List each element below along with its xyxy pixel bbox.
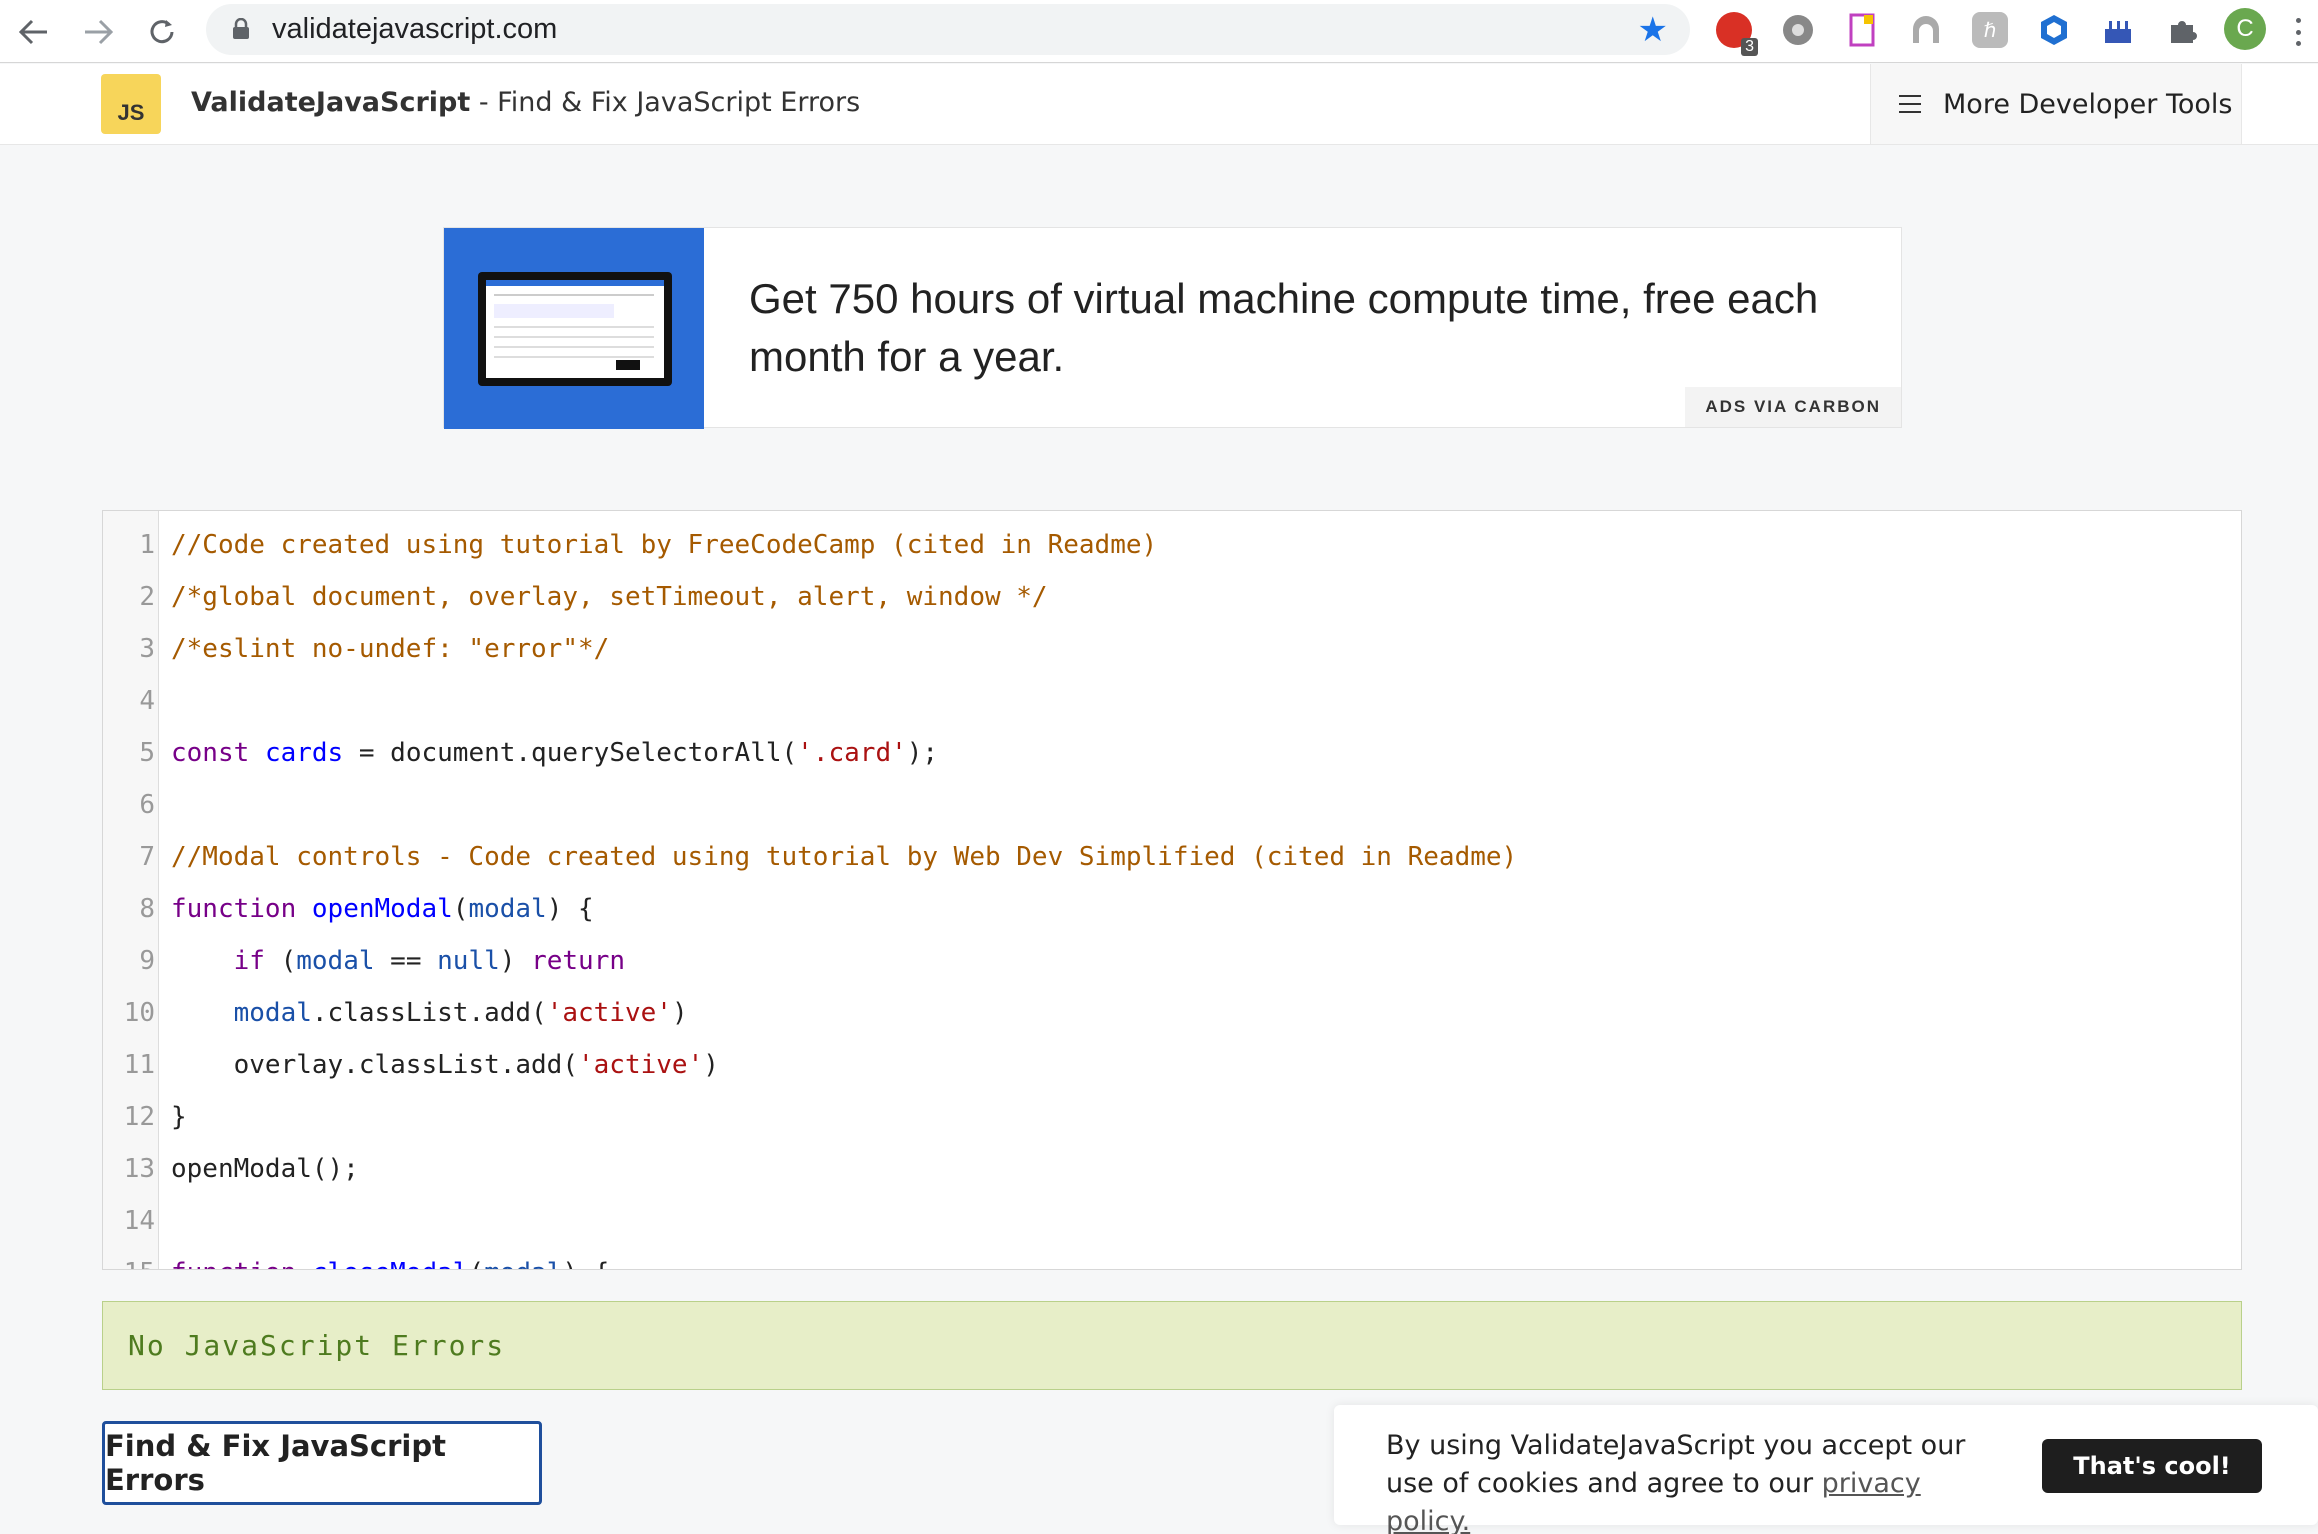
code-line[interactable]: 14 <box>103 1195 2241 1247</box>
site-header: JS ValidateJavaScript - Find & Fix JavaS… <box>0 64 2318 145</box>
line-number: 5 <box>139 738 155 768</box>
brand-name: ValidateJavaScript <box>191 87 471 118</box>
extension-stop-icon[interactable]: 3 <box>1716 12 1758 56</box>
extension-cake-icon[interactable] <box>2100 12 2136 48</box>
forward-arrow-icon[interactable] <box>76 10 120 54</box>
line-number: 12 <box>123 1102 155 1132</box>
reload-icon[interactable] <box>140 10 184 54</box>
code-line[interactable]: 4 <box>103 675 2241 727</box>
line-number: 1 <box>139 530 155 560</box>
site-logo[interactable]: JS <box>101 74 161 134</box>
code-text: /*global document, overlay, setTimeout, … <box>171 582 1048 612</box>
profile-avatar[interactable]: C <box>2224 8 2266 50</box>
cookie-text: By using ValidateJavaScript you accept o… <box>1386 1427 2006 1534</box>
validation-result: No JavaScript Errors <box>102 1301 2242 1390</box>
bookmark-star-icon[interactable]: ★ <box>1638 10 1668 50</box>
code-text: openModal(); <box>171 1154 359 1184</box>
code-text: } <box>171 1102 187 1132</box>
extension-colorful-doc-icon[interactable] <box>1844 12 1880 48</box>
extension-badge: 3 <box>1741 38 1758 56</box>
line-number: 11 <box>123 1050 155 1080</box>
extension-record-icon[interactable] <box>1780 12 1816 48</box>
line-number: 4 <box>139 686 155 716</box>
find-fix-errors-button[interactable]: Find & Fix JavaScript Errors <box>102 1421 542 1505</box>
code-line[interactable]: 12} <box>103 1091 2241 1143</box>
extension-hex-icon[interactable] <box>2036 12 2072 48</box>
ads-via-carbon-link[interactable]: ADS VIA CARBON <box>1685 387 1901 427</box>
code-text: //Modal controls - Code created using tu… <box>171 842 1518 872</box>
line-number: 10 <box>123 998 155 1028</box>
code-editor[interactable]: 1 //Code created using tutorial by FreeCo… <box>102 510 2242 1270</box>
brand-tagline: - Find & Fix JavaScript Errors <box>470 87 861 118</box>
code-line[interactable]: 13 openModal(); <box>103 1143 2241 1195</box>
code-text: /*eslint no-undef: "error"*/ <box>171 634 610 664</box>
address-bar[interactable]: validatejavascript.com ★ <box>206 4 1690 55</box>
code-line[interactable]: 3 /*eslint no-undef: "error"*/ <box>103 623 2241 675</box>
site-title[interactable]: ValidateJavaScript - Find & Fix JavaScri… <box>191 87 860 118</box>
browser-menu-icon[interactable] <box>2296 18 2302 46</box>
laptop-screenshot-image <box>478 272 672 386</box>
browser-toolbar: validatejavascript.com ★ 3 ℏ C <box>0 0 2318 63</box>
back-arrow-icon[interactable] <box>12 10 56 54</box>
code-text: overlay.classList.add('active') <box>171 1050 719 1080</box>
cookie-banner: By using ValidateJavaScript you accept o… <box>1334 1405 2318 1534</box>
code-line[interactable]: 15 function closeModal(modal) { <box>103 1247 2241 1269</box>
code-text: if (modal == null) return <box>233 946 626 976</box>
code-line[interactable]: 9 if (modal == null) return <box>103 935 2241 987</box>
carbon-ad[interactable]: Get 750 hours of virtual machine compute… <box>443 227 1902 429</box>
more-developer-tools-button[interactable]: More Developer Tools <box>1870 64 2242 144</box>
cookie-accept-button[interactable]: That's cool! <box>2042 1439 2262 1493</box>
code-line[interactable]: 7 //Modal controls - Code created using t… <box>103 831 2241 883</box>
hamburger-menu-icon <box>1899 95 1921 113</box>
url-text: validatejavascript.com <box>272 13 558 45</box>
ad-text[interactable]: Get 750 hours of virtual machine compute… <box>749 270 1869 386</box>
code-line[interactable]: 2 /*global document, overlay, setTimeout,… <box>103 571 2241 623</box>
extension-arch-icon[interactable] <box>1908 12 1944 48</box>
extension-h-icon[interactable]: ℏ <box>1972 12 2008 48</box>
code-line[interactable]: 8 function openModal(modal) { <box>103 883 2241 935</box>
code-text: function closeModal(modal) { <box>171 1247 609 1269</box>
code-line[interactable]: 6 <box>103 779 2241 831</box>
line-number: 2 <box>139 582 155 612</box>
ad-image[interactable] <box>444 228 704 429</box>
line-number: 13 <box>123 1154 155 1184</box>
more-tools-label: More Developer Tools <box>1943 88 2233 120</box>
code-line[interactable]: 1 //Code created using tutorial by FreeCo… <box>103 519 2241 571</box>
line-number: 9 <box>139 946 155 976</box>
line-number: 7 <box>139 842 155 872</box>
code-text: modal.classList.add('active') <box>233 998 688 1028</box>
code-line[interactable]: 11 overlay.classList.add('active') <box>103 1039 2241 1091</box>
lock-icon <box>232 17 250 40</box>
line-number: 14 <box>123 1206 155 1236</box>
code-text: const cards = document.querySelectorAll(… <box>171 738 939 768</box>
code-line[interactable]: 5 const cards = document.querySelectorAll… <box>103 727 2241 779</box>
code-text: //Code created using tutorial by FreeCod… <box>171 530 1158 560</box>
line-number: 3 <box>139 634 155 664</box>
line-number: 8 <box>139 894 155 924</box>
line-number: 6 <box>139 790 155 820</box>
line-number: 15 <box>103 1247 155 1269</box>
code-text: function openModal(modal) { <box>171 894 594 924</box>
puzzle-icon[interactable] <box>2164 12 2200 48</box>
code-line[interactable]: 10 modal.classList.add('active') <box>103 987 2241 1039</box>
